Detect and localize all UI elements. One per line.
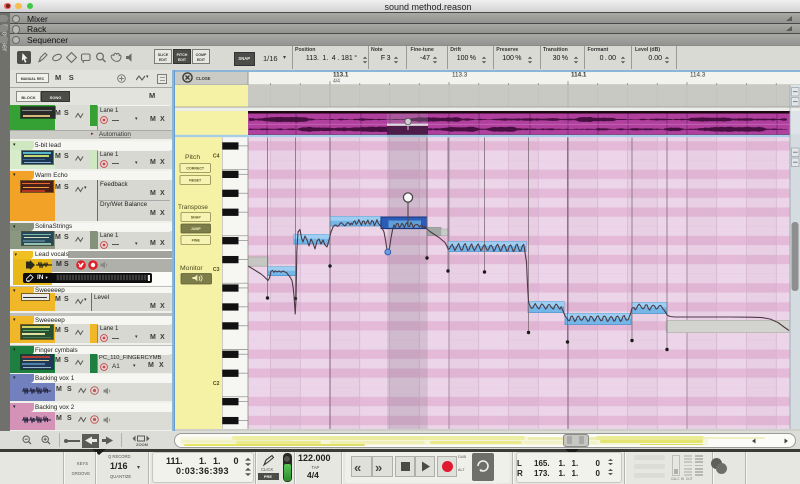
svg-text:CLOSE: CLOSE bbox=[196, 76, 211, 81]
svg-text:Pitch: Pitch bbox=[185, 154, 200, 161]
svg-text:C2: C2 bbox=[213, 381, 220, 387]
svg-text:113.1: 113.1 bbox=[333, 72, 349, 79]
svg-text:Transpose: Transpose bbox=[178, 204, 208, 211]
svg-text:RESET: RESET bbox=[189, 179, 202, 183]
svg-text:Monitor: Monitor bbox=[180, 265, 203, 272]
svg-text:114.1: 114.1 bbox=[571, 72, 587, 79]
svg-text:113.3: 113.3 bbox=[452, 72, 468, 79]
svg-text:JUMP: JUMP bbox=[191, 227, 202, 231]
svg-text:FINE: FINE bbox=[192, 239, 201, 243]
svg-text:CORRECT: CORRECT bbox=[186, 167, 205, 171]
svg-text:SNAP: SNAP bbox=[191, 216, 202, 220]
svg-text:114.3: 114.3 bbox=[690, 72, 706, 79]
svg-text:4/4: 4/4 bbox=[333, 79, 340, 85]
svg-text:C4: C4 bbox=[213, 154, 220, 160]
svg-text:C3: C3 bbox=[213, 267, 220, 273]
